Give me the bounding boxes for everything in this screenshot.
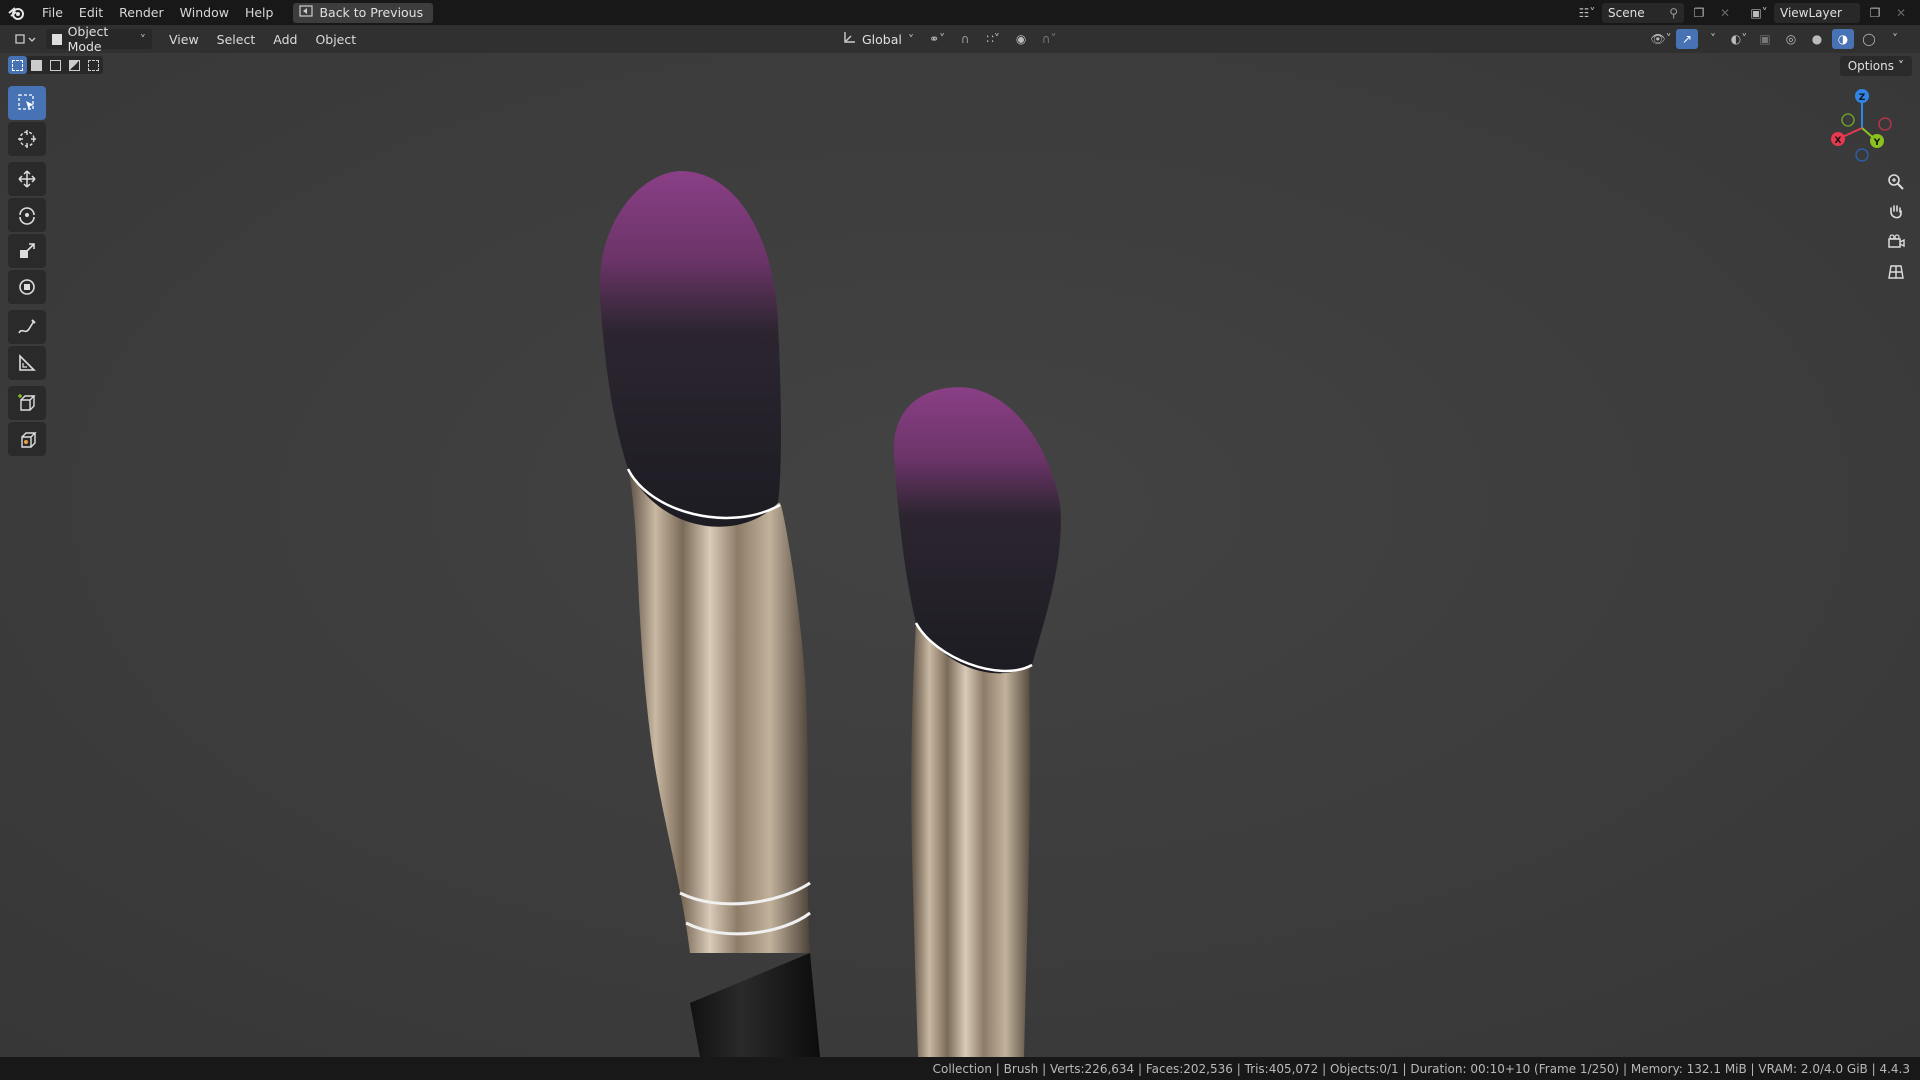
header-menu-select[interactable]: Select [208,32,265,47]
falloff-icon[interactable]: ∩˅ [1038,29,1060,49]
select-subtract-icon[interactable] [46,56,65,74]
select-box-tool-icon[interactable] [8,86,46,120]
mode-dropdown[interactable]: Object Mode ˅ [46,24,152,54]
gizmo-y-label: Y [1873,138,1881,148]
blender-logo-icon[interactable] [0,0,34,25]
annotate-tool-icon[interactable] [8,310,46,344]
overlays-icon[interactable]: ◐˅ [1728,29,1750,49]
zoom-icon[interactable] [1882,170,1910,194]
brush-small-ferrule [911,623,1032,1057]
gizmo-neg-y-icon[interactable] [1841,113,1855,127]
measure-tool-icon[interactable] [8,346,46,380]
material-preview-icon[interactable]: ◑ [1832,29,1854,49]
selection-mode-buttons [8,56,103,74]
solid-shading-icon[interactable]: ● [1806,29,1828,49]
proportional-edit-icon[interactable]: ◉ [1010,29,1032,49]
select-invert-icon[interactable] [65,56,84,74]
new-viewlayer-icon[interactable]: ❐ [1864,3,1886,23]
menu-window[interactable]: Window [172,0,237,25]
top-bar: File Edit Render Window Help Back to Pre… [0,0,1920,25]
options-dropdown[interactable]: Options ˅ [1839,56,1912,76]
select-intersect-icon[interactable] [84,56,103,74]
scene-field[interactable]: Scene ⚲ [1602,2,1684,23]
menu-render[interactable]: Render [111,0,172,25]
3d-viewport[interactable]: Z X Y [0,53,1920,1057]
shading-options-icon[interactable]: ˅ [1884,29,1906,49]
navigation-buttons [1882,170,1910,284]
move-tool-icon[interactable] [8,162,46,196]
scene-name: Scene [1608,5,1645,20]
transform-tool-icon[interactable] [8,270,46,304]
scale-tool-icon[interactable] [8,234,46,268]
visibility-icon[interactable]: 👁˅ [1650,29,1672,49]
menu-help[interactable]: Help [237,0,282,25]
viewlayer-field[interactable]: ViewLayer [1774,2,1860,23]
menu-edit[interactable]: Edit [71,0,111,25]
pivot-point-icon[interactable]: ⚭˅ [926,29,948,49]
orientation-label: Global [862,31,902,47]
rendered-shading-icon[interactable]: ◯ [1858,29,1880,49]
snap-increment-icon[interactable]: ∷˅ [982,29,1004,49]
transform-tools: Global ˅ ⚭˅ ∩ ∷˅ ◉ ∩˅ [836,29,1060,49]
viewlayer-selector-icon[interactable]: ▣˅ [1748,3,1770,23]
screen-back-icon [299,5,314,20]
back-to-previous-label: Back to Previous [319,5,424,20]
chevron-down-icon: ˅ [1898,59,1904,73]
new-scene-icon[interactable]: ❐ [1688,3,1710,23]
tool-shelf [8,86,46,458]
options-label: Options [1847,59,1894,73]
orientation-icon [842,31,856,48]
header-menu-object[interactable]: Object [306,32,365,47]
snap-icon[interactable]: ∩ [954,29,976,49]
delete-scene-icon[interactable]: ✕ [1714,3,1736,23]
camera-view-icon[interactable] [1882,230,1910,254]
header-menu-add[interactable]: Add [264,32,306,47]
select-extend-icon[interactable] [27,56,46,74]
viewlayer-name: ViewLayer [1780,5,1842,20]
chevron-down-icon: ˅ [907,31,915,47]
add-cube-tool-icon[interactable] [8,386,46,420]
viewport-display-tools: 👁˅ ↗ ˅ ◐˅ ▣ ◎ ● ◑ ◯ ˅ [1650,29,1906,49]
rotate-tool-icon[interactable] [8,198,46,232]
orientation-dropdown[interactable]: Global ˅ [836,29,920,49]
gizmo-x-label: X [1835,136,1842,146]
mode-label: Object Mode [67,24,109,54]
perspective-grid-icon[interactable] [1882,260,1910,284]
gizmo-dropdown-icon[interactable]: ˅ [1702,29,1724,49]
gizmo-toggle-icon[interactable]: ↗ [1676,29,1698,49]
xray-icon[interactable]: ▣ [1754,29,1776,49]
cursor-tool-icon[interactable] [8,122,46,156]
delete-viewlayer-icon[interactable]: ✕ [1890,3,1912,23]
back-to-previous-button[interactable]: Back to Previous [293,2,434,23]
editor-type-icon[interactable] [10,29,40,49]
gizmo-z-label: Z [1859,93,1866,103]
header-menu-view[interactable]: View [160,32,208,47]
status-bar: Collection | Brush | Verts:226,634 | Fac… [0,1057,1920,1080]
object-mode-icon [52,33,62,45]
pin-icon[interactable]: ⚲ [1669,6,1678,20]
add-object-tool-icon[interactable] [8,422,46,456]
select-new-icon[interactable] [8,56,27,74]
gizmo-neg-x-icon[interactable] [1878,117,1892,131]
gizmo-neg-z-icon[interactable] [1855,148,1869,162]
wireframe-shading-icon[interactable]: ◎ [1780,29,1802,49]
menu-file[interactable]: File [34,0,71,25]
scene-statistics: Collection | Brush | Verts:226,634 | Fac… [932,1061,1910,1076]
pan-hand-icon[interactable] [1882,200,1910,224]
scene-selector-icon[interactable]: ☷˅ [1576,3,1598,23]
navigation-gizmo[interactable]: Z X Y [1810,88,1906,168]
viewport-scene [0,53,1920,1057]
top-right-controls: ☷˅ Scene ⚲ ❐ ✕ ▣˅ ViewLayer ❐ ✕ [1576,0,1920,25]
chevron-down-icon: ˅ [139,31,146,47]
